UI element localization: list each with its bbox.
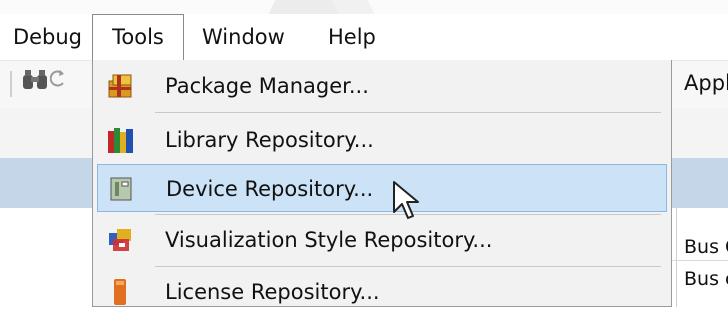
grid-line (676, 208, 677, 307)
table-cell: Bus C (684, 236, 728, 258)
top-decoration (331, 0, 375, 14)
menu-item-label: Library Repository... (165, 128, 374, 152)
menu-item-label: License Repository... (165, 280, 380, 304)
package-icon (107, 71, 135, 101)
menu-tools[interactable]: Tools (92, 14, 184, 60)
menu-item-label: Device Repository... (166, 177, 374, 201)
refresh-icon[interactable] (49, 69, 66, 96)
menu-item-label: Visualization Style Repository... (165, 228, 493, 252)
menu-bar: Debug Tools Window Help (0, 14, 728, 60)
menu-separator (155, 112, 661, 113)
toolbar-partial-text: Applic (684, 71, 728, 95)
menu-item-visualization-style-repository[interactable]: Visualization Style Repository... (97, 216, 667, 264)
license-icon (107, 277, 135, 307)
menu-help[interactable]: Help (328, 22, 376, 52)
menu-item-package-manager[interactable]: Package Manager... (97, 62, 667, 110)
tools-dropdown-menu: Package Manager... Library Repository...… (92, 60, 672, 307)
toolbar-separator (10, 71, 12, 97)
menu-item-device-repository[interactable]: Device Repository... (97, 164, 667, 212)
visualization-style-icon (107, 225, 135, 255)
menu-item-license-repository[interactable]: License Repository... (97, 268, 667, 316)
library-books-icon (107, 125, 135, 155)
menu-item-label: Package Manager... (165, 74, 369, 98)
menu-debug[interactable]: Debug (0, 22, 82, 52)
menu-item-library-repository[interactable]: Library Repository... (97, 116, 667, 164)
menu-window[interactable]: Window (202, 22, 285, 52)
menu-separator (155, 266, 661, 267)
device-icon (108, 174, 136, 204)
binoculars-icon[interactable] (22, 69, 48, 97)
mouse-cursor-icon (392, 180, 426, 224)
table-cell: Bus c (684, 268, 728, 290)
